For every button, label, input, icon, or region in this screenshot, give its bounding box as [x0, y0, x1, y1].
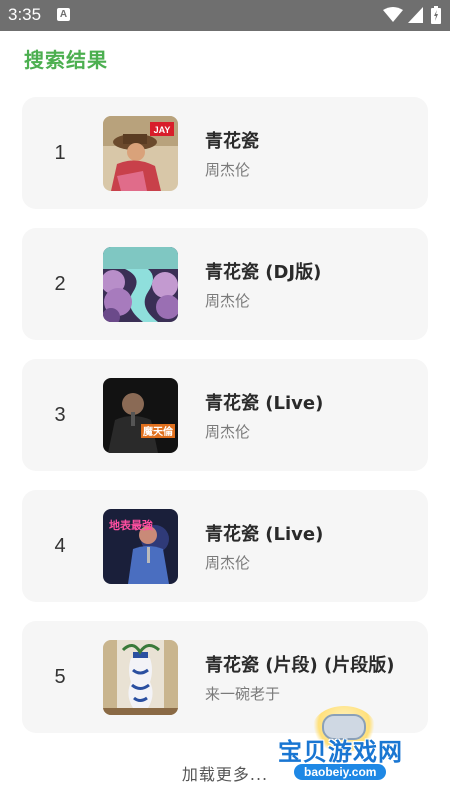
result-rank: 5: [54, 666, 66, 688]
signal-icon: [408, 7, 423, 23]
album-cover: [103, 640, 178, 715]
song-title: 青花瓷 (DJ版): [205, 262, 322, 283]
album-cover: 地表最強: [103, 509, 178, 584]
results-list: 1 JAY 青花瓷 周杰伦 2 青花瓷 (DJ版) 周杰伦 3 魔天倫 青花瓷 …: [22, 97, 428, 752]
result-rank: 1: [54, 142, 66, 164]
song-artist: 周杰伦: [205, 292, 251, 310]
status-bar: 3:35 A: [0, 0, 450, 31]
page-title: 搜索结果: [24, 48, 108, 72]
cover-label: 地表最強: [109, 518, 153, 532]
song-artist: 来一碗老于: [205, 685, 281, 703]
album-cover: 魔天倫: [103, 378, 178, 453]
result-rank: 3: [54, 404, 66, 426]
result-rank: 2: [54, 273, 66, 295]
watermark-name: 宝贝游戏网: [278, 738, 403, 766]
site-watermark: 宝贝游戏网 baobeiy.com: [272, 700, 442, 796]
song-title: 青花瓷 (片段) (片段版): [205, 655, 395, 676]
album-cover: [103, 247, 178, 322]
song-title: 青花瓷: [205, 131, 259, 152]
result-item[interactable]: 2 青花瓷 (DJ版) 周杰伦: [22, 228, 428, 340]
watermark-url: baobeiy.com: [294, 764, 387, 780]
wifi-icon: [383, 7, 403, 22]
cover-label: JAY: [154, 125, 171, 135]
song-title: 青花瓷 (Live): [205, 524, 324, 545]
status-time: 3:35: [8, 5, 42, 24]
song-artist: 周杰伦: [205, 161, 251, 179]
result-rank: 4: [54, 535, 66, 557]
song-title: 青花瓷 (Live): [205, 393, 324, 414]
song-artist: 周杰伦: [205, 554, 251, 572]
song-artist: 周杰伦: [205, 423, 251, 441]
result-item[interactable]: 4 地表最強 青花瓷 (Live) 周杰伦: [22, 490, 428, 602]
album-cover: JAY: [103, 116, 178, 191]
battery-icon: [431, 6, 441, 24]
cover-label: 魔天倫: [143, 425, 174, 438]
result-item[interactable]: 3 魔天倫 青花瓷 (Live) 周杰伦: [22, 359, 428, 471]
result-item[interactable]: 1 JAY 青花瓷 周杰伦: [22, 97, 428, 209]
notification-icon: A: [57, 8, 70, 21]
